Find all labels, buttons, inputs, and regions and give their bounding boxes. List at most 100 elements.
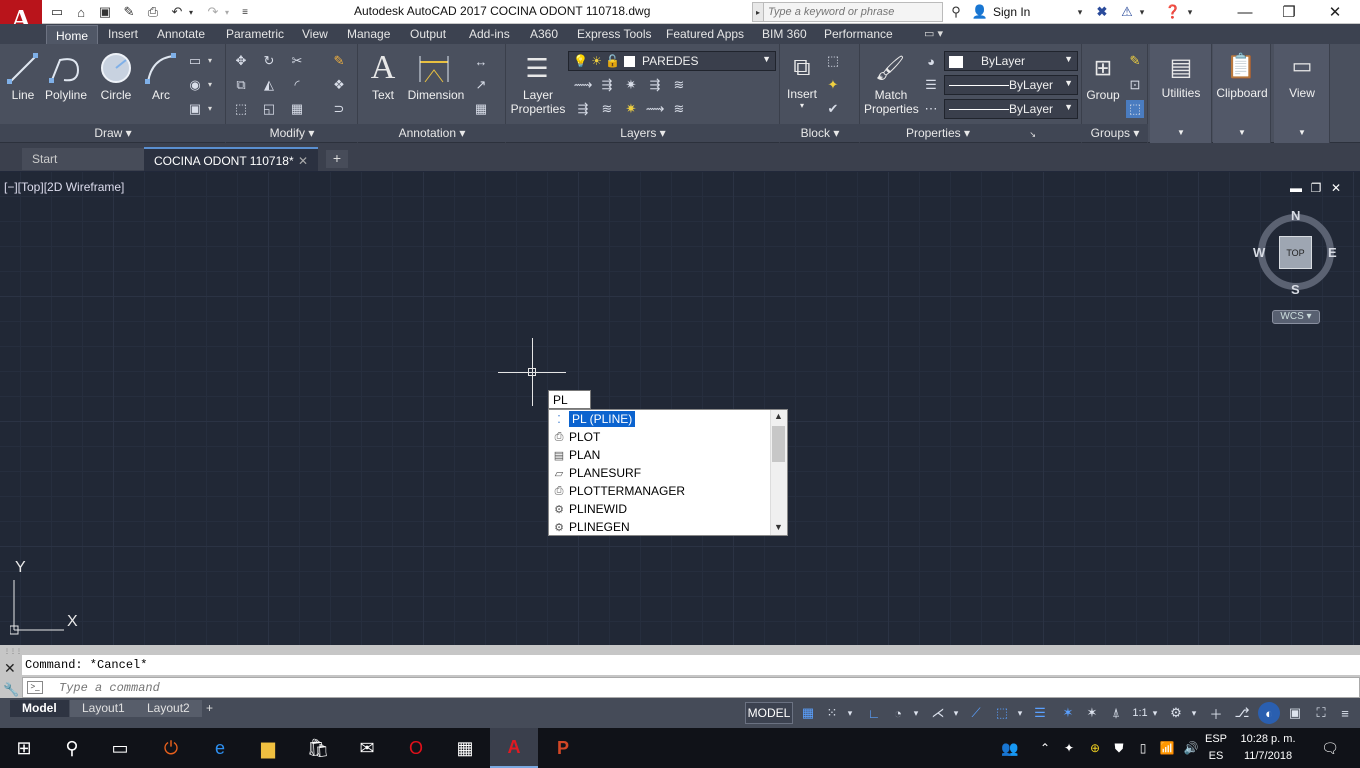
isodraft-dropdown-icon[interactable]: ▾: [950, 702, 962, 724]
close-tab-icon[interactable]: ✕: [298, 154, 308, 168]
compass-west[interactable]: W: [1253, 245, 1265, 260]
edit-attributes-icon[interactable]: ✔: [824, 100, 842, 118]
close-command-icon[interactable]: ✕: [4, 660, 16, 677]
snap-icon[interactable]: ⁙: [822, 702, 842, 724]
isodraft-icon[interactable]: ⋌: [928, 702, 948, 724]
hatch-icon[interactable]: ◉: [186, 76, 204, 94]
stretch-icon[interactable]: ⬚: [232, 100, 250, 118]
language-indicator[interactable]: ESP ES: [1205, 731, 1227, 765]
table-icon[interactable]: ▦: [472, 100, 490, 118]
layer-tool-6-icon[interactable]: ⇶: [574, 100, 592, 118]
scale-dropdown-icon[interactable]: ▾: [1150, 702, 1160, 724]
layout-tab-layout1[interactable]: Layout1: [70, 700, 137, 717]
a360-dropdown-icon[interactable]: ▾: [1137, 3, 1147, 21]
auto-scale-icon[interactable]: ✶: [1082, 702, 1102, 724]
annotation-panel-title[interactable]: Annotation ▾: [358, 124, 506, 142]
search-icon[interactable]: ⚲: [48, 728, 96, 768]
task-view-icon[interactable]: ▭: [96, 728, 144, 768]
isolate-icon[interactable]: ⎇: [1232, 702, 1252, 724]
redo-icon[interactable]: ↷: [204, 4, 222, 20]
fullscreen-icon[interactable]: ⛶: [1310, 702, 1332, 724]
powerpoint-icon[interactable]: P: [539, 728, 587, 768]
leader-icon[interactable]: ↗: [472, 76, 490, 94]
scroll-up-icon[interactable]: ▲: [774, 411, 783, 421]
defender-icon[interactable]: ⛊: [1108, 728, 1130, 768]
wcs-menu[interactable]: WCS ▾: [1272, 310, 1320, 324]
circle-button[interactable]: Circle: [96, 88, 136, 102]
people-icon[interactable]: 👥: [996, 728, 1024, 768]
compass-north[interactable]: N: [1291, 208, 1300, 223]
rectangle-icon[interactable]: ▭: [186, 52, 204, 70]
wrench-icon[interactable]: 🔧: [3, 682, 19, 698]
open-folder-icon[interactable]: ⌂: [72, 4, 90, 20]
plot-icon[interactable]: ⎙: [144, 4, 162, 20]
line-button[interactable]: Line: [6, 88, 40, 102]
close-icon[interactable]: ✕: [1312, 0, 1358, 24]
customization-menu-icon[interactable]: ≡: [1334, 702, 1356, 724]
group-edit-icon[interactable]: ⊡: [1126, 76, 1144, 94]
opera-browser-icon[interactable]: O: [392, 728, 440, 768]
utilities-dropdown-icon[interactable]: ▼: [1152, 128, 1210, 137]
tray-plus-icon[interactable]: ⊕: [1084, 728, 1106, 768]
tab-express-tools[interactable]: Express Tools: [577, 24, 651, 44]
tab-featured-apps[interactable]: Featured Apps: [666, 24, 744, 44]
dynamic-input-field[interactable]: PL: [548, 390, 591, 409]
tab-start[interactable]: Start: [22, 148, 144, 170]
tab-manage[interactable]: Manage: [347, 24, 390, 44]
autocad-taskbar-icon[interactable]: A: [490, 728, 538, 768]
restore-icon[interactable]: ❐: [1266, 0, 1312, 24]
list-item[interactable]: ▱ PLANESURF: [549, 464, 771, 482]
scale-value[interactable]: 1:1: [1130, 702, 1150, 724]
list-item[interactable]: ⎙ PLOT: [549, 428, 771, 446]
add-layout-button[interactable]: +: [200, 700, 219, 717]
battery-icon[interactable]: ▯: [1132, 728, 1154, 768]
exchange-apps-icon[interactable]: ✖: [1093, 3, 1111, 21]
create-block-icon[interactable]: ⬚: [824, 52, 842, 70]
mail-icon[interactable]: ✉: [343, 728, 391, 768]
draw-panel-title[interactable]: Draw ▾: [0, 124, 226, 142]
sign-in-dropdown-icon[interactable]: ▾: [1074, 3, 1086, 21]
linear-dimension-icon[interactable]: ↔: [472, 52, 490, 70]
command-prompt-icon[interactable]: >_: [27, 681, 43, 694]
calendar-icon[interactable]: ▦: [441, 728, 489, 768]
layers-panel-title[interactable]: Layers ▾: [506, 124, 780, 142]
viewport-restore-icon[interactable]: ❐: [1308, 181, 1324, 195]
grid-icon[interactable]: ▦: [798, 702, 818, 724]
view-dropdown-icon[interactable]: ▼: [1274, 128, 1330, 137]
layer-tool-5-icon[interactable]: ≋: [670, 76, 688, 94]
layer-tool-7-icon[interactable]: ≋: [598, 100, 616, 118]
fillet-icon[interactable]: ◜: [288, 76, 306, 94]
layer-properties-button[interactable]: Layer Properties: [508, 88, 568, 116]
region-icon[interactable]: ▣: [186, 100, 204, 118]
viewcube-top[interactable]: TOP: [1279, 236, 1312, 269]
match-properties-button[interactable]: Match Properties: [864, 88, 919, 116]
save-icon[interactable]: ▣: [96, 4, 114, 20]
viewport-minimize-icon[interactable]: ▬: [1288, 181, 1304, 195]
workspace-dropdown-icon[interactable]: ▾: [1188, 702, 1200, 724]
a360-icon[interactable]: ⚠: [1118, 3, 1136, 21]
edge-browser-icon[interactable]: e: [196, 728, 244, 768]
store-icon[interactable]: 🛍: [294, 728, 342, 768]
array-icon[interactable]: ▦: [288, 100, 306, 118]
insert-button[interactable]: Insert ▾: [782, 87, 822, 110]
polar-icon[interactable]: ◔: [888, 702, 908, 724]
tab-performance[interactable]: Performance: [824, 24, 893, 44]
tray-app-icon[interactable]: ✦: [1058, 728, 1080, 768]
binoculars-icon[interactable]: ⚲: [947, 3, 965, 21]
lineweight-display-icon[interactable]: ☰: [1030, 702, 1050, 724]
power-app-icon[interactable]: ⏻: [147, 728, 195, 768]
viewport-close-icon[interactable]: ✕: [1328, 181, 1344, 195]
explode-icon[interactable]: ❖: [330, 76, 348, 94]
layout-tab-model[interactable]: Model: [10, 700, 69, 717]
layer-tool-2-icon[interactable]: ⇶: [598, 76, 616, 94]
windows-start-icon[interactable]: ⊞: [0, 728, 48, 768]
group-selection-icon[interactable]: ⬚: [1126, 100, 1144, 118]
undo-icon[interactable]: ↶: [168, 4, 186, 20]
sign-in-button[interactable]: Sign In: [993, 5, 1030, 19]
annotation-scale-icon[interactable]: ⍋: [1106, 702, 1126, 724]
rotate-icon[interactable]: ↻: [260, 52, 278, 70]
ribbon-minimize-icon[interactable]: ▭ ▾: [924, 24, 943, 44]
edit-block-icon[interactable]: ✦: [824, 76, 842, 94]
tab-a360[interactable]: A360: [530, 24, 558, 44]
search-input[interactable]: [763, 2, 943, 22]
